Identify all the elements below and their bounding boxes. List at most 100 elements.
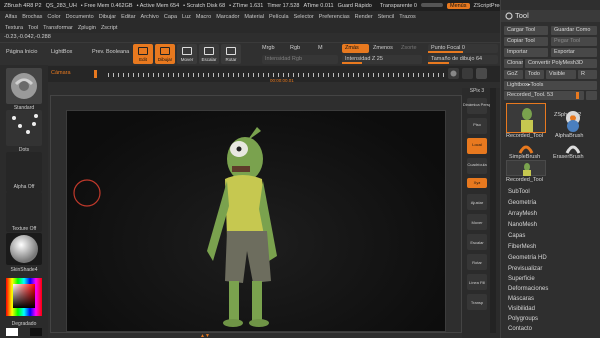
primary-color-swatch[interactable] [6, 328, 18, 336]
cursor-coordinates: -0.23,-0.042,-0.288 [4, 34, 51, 40]
boolean-preview-button[interactable]: Prev. Booleana [92, 49, 129, 55]
subpalette-deformation[interactable]: Deformaciones [508, 286, 548, 292]
subpalette-visibility[interactable]: Visibilidad [508, 306, 535, 312]
lightbox-tools-button[interactable]: Lightbox▸Tools [504, 81, 597, 90]
stroke-dots-thumb[interactable] [6, 110, 42, 146]
timeline-keyframe-button[interactable] [462, 68, 473, 79]
lightbox-button[interactable]: LightBox [51, 49, 72, 55]
menu-tool[interactable]: Tool [28, 25, 38, 31]
rotate-button[interactable]: Rotar [221, 44, 241, 64]
menu-material[interactable]: Material [244, 14, 264, 20]
gradient-label[interactable]: Degradado [0, 321, 48, 327]
save-as-button[interactable]: Guardar Como [551, 26, 597, 35]
paste-tool-button[interactable]: Pegar Tool [551, 37, 597, 46]
secondary-color-swatch[interactable] [30, 328, 42, 336]
quick-save-button[interactable]: Guard Rápido [338, 3, 372, 9]
menu-pelicula[interactable]: Película [269, 14, 289, 20]
color-picker[interactable] [6, 278, 42, 316]
edit-button[interactable]: Edit [133, 44, 153, 64]
subpalette-fibermesh[interactable]: FiberMesh [508, 244, 536, 250]
frame-label: Ajustar [470, 200, 484, 205]
import-button[interactable]: Importar [504, 48, 548, 57]
r-button[interactable]: R [578, 70, 597, 79]
subpalette-arraymesh[interactable]: ArrayMesh [508, 211, 537, 217]
palette-gear-icon [505, 12, 513, 20]
menu-zplugin[interactable]: Zplugin [78, 25, 96, 31]
menu-editar[interactable]: Editar [121, 14, 135, 20]
timeline-camera-label: Cámara [51, 70, 71, 76]
menu-textura[interactable]: Textura [5, 25, 23, 31]
z-intensity-slider[interactable]: Intensidad Z 25 [342, 55, 422, 64]
tool-thumb-recorded[interactable] [506, 103, 546, 133]
tool-palette: Tool Cargar Tool Guardar Como Copiar Too… [500, 0, 600, 338]
tool-thumb-recorded-2[interactable] [506, 160, 546, 176]
menu-macro[interactable]: Macro [196, 14, 211, 20]
rgb-intensity-slider[interactable]: Intensidad Rgb [262, 55, 338, 64]
export-button[interactable]: Exportar [551, 48, 597, 57]
subpalette-surface[interactable]: Superficie [508, 276, 535, 282]
zadd-button[interactable]: Zmás [342, 44, 369, 53]
brush-standard-thumb[interactable] [6, 68, 42, 104]
menu-transformar[interactable]: Transformar [43, 25, 73, 31]
script-button[interactable]: ZScriptPred [474, 3, 503, 9]
tool-r-button[interactable] [586, 91, 597, 100]
tool-palette-header[interactable]: Tool [501, 10, 600, 22]
subpalette-preview[interactable]: Previsualizar [508, 266, 542, 272]
menu-render[interactable]: Render [355, 14, 373, 20]
subpalette-contact[interactable]: Contacto [508, 326, 532, 332]
transparency-slider[interactable]: Transparente 0 [376, 3, 443, 9]
menu-documento[interactable]: Documento [66, 14, 94, 20]
zcut-button[interactable]: Zsorte [401, 45, 417, 51]
menus-button[interactable]: Menús [446, 2, 470, 9]
menu-luz[interactable]: Luz [182, 14, 191, 20]
subpalette-geometry[interactable]: Geometría [508, 200, 536, 206]
menu-archivo[interactable]: Archivo [141, 14, 159, 20]
menu-alfas[interactable]: Alfas [5, 14, 17, 20]
make-polymesh-button[interactable]: Convertir PolyMesh3D [525, 59, 597, 68]
spix-label[interactable]: SPix 3 [462, 88, 492, 94]
tool-thumb-label-3: AlphaBrush [555, 133, 584, 139]
subpalette-geometry-hd[interactable]: Geometría HD [508, 255, 547, 261]
draw-size-slider[interactable]: Tamaño de dibujo 64 [428, 55, 498, 64]
recorded-tool-slider[interactable]: Recorded_Tool. 53 [504, 91, 584, 100]
canvas-viewport[interactable] [66, 110, 446, 332]
subpalette-masking[interactable]: Máscaras [508, 296, 534, 302]
menu-brochas[interactable]: Brochas [22, 14, 42, 20]
scale-button[interactable]: Escalar [199, 44, 219, 64]
draw-button[interactable]: Dibujar [155, 44, 175, 64]
home-page-button[interactable]: Página Inicio [6, 49, 38, 55]
subpalette-polygroups[interactable]: Polygroups [508, 316, 538, 322]
menu-preferencias[interactable]: Preferencias [319, 14, 350, 20]
timeline[interactable]: Cámara 00:00:00.01 [48, 66, 500, 83]
timeline-collapse-button[interactable] [476, 68, 487, 79]
menu-trazos[interactable]: Trazos [399, 14, 416, 20]
bottom-arrow[interactable]: ▲▼ [200, 333, 260, 338]
mrgb-button[interactable]: Mrgb [262, 45, 275, 51]
menu-marcador[interactable]: Marcador [216, 14, 239, 20]
all-button[interactable]: Todo [525, 70, 544, 79]
menu-zscript[interactable]: Zscript [101, 25, 118, 31]
right-scrollbar[interactable] [490, 88, 496, 333]
subpalette-layers[interactable]: Capas [508, 233, 525, 239]
m-button[interactable]: M [318, 45, 323, 51]
menu-selector[interactable]: Selector [294, 14, 314, 20]
rgb-button[interactable]: Rgb [290, 45, 300, 51]
subpalette-nanomesh[interactable]: NanoMesh [508, 222, 537, 228]
visible-button[interactable]: Visible [546, 70, 576, 79]
move-button[interactable]: Mover [177, 44, 197, 64]
menu-dibujar[interactable]: Dibujar [99, 14, 116, 20]
zsub-button[interactable]: Zmenos [373, 45, 393, 51]
subpalette-subtool[interactable]: SubTool [508, 189, 530, 195]
menu-stencil[interactable]: Stencil [378, 14, 395, 20]
timeline-record-button[interactable] [448, 68, 459, 79]
copy-tool-button[interactable]: Copiar Tool [504, 37, 548, 46]
focal-shift-slider[interactable]: Punto Focal 0 [428, 44, 498, 53]
timeline-marker[interactable] [94, 70, 97, 78]
material-thumb[interactable] [6, 233, 42, 265]
menu-color[interactable]: Color [47, 14, 60, 20]
zombie-thumb-icon [521, 108, 533, 132]
goz-button[interactable]: GoZ [504, 70, 523, 79]
menu-capa[interactable]: Capa [164, 14, 177, 20]
load-tool-button[interactable]: Cargar Tool [504, 26, 548, 35]
clone-button[interactable]: Clonar [504, 59, 523, 68]
